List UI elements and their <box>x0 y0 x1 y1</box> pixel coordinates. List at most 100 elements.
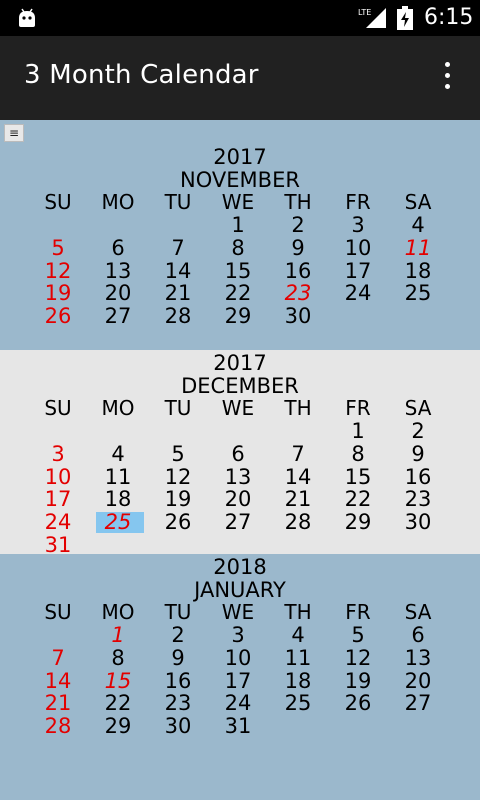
day-cell[interactable]: 26 <box>28 305 88 328</box>
day-cell[interactable]: 14 <box>148 259 208 283</box>
day-cell[interactable]: 12 <box>148 465 208 489</box>
day-cell[interactable]: 3 <box>28 442 88 466</box>
menu-button[interactable]: ≡ <box>4 124 24 142</box>
day-cell[interactable]: 17 <box>28 488 88 511</box>
holiday-day-cell[interactable]: 1 <box>88 624 148 647</box>
day-cell[interactable]: 29 <box>88 715 148 738</box>
day-cell[interactable]: 15 <box>208 259 268 283</box>
month-year: 2017 <box>213 145 267 169</box>
day-cell[interactable]: 21 <box>28 692 88 715</box>
day-cell[interactable]: 18 <box>268 669 328 693</box>
day-cell[interactable]: 24 <box>328 282 388 305</box>
day-cell[interactable]: 24 <box>208 692 268 715</box>
day-cell[interactable]: 10 <box>208 646 268 670</box>
day-cell[interactable]: 31 <box>208 715 268 738</box>
day-cell[interactable]: 9 <box>148 646 208 670</box>
day-cell[interactable]: 10 <box>28 465 88 489</box>
day-cell[interactable]: 25 <box>268 692 328 715</box>
day-cell[interactable]: 16 <box>388 465 448 489</box>
day-cell[interactable]: 24 <box>28 511 88 534</box>
day-cell[interactable]: 8 <box>208 236 268 260</box>
day-cell[interactable]: 5 <box>328 624 388 647</box>
day-cell[interactable]: 28 <box>28 715 88 738</box>
app-title: 3 Month Calendar <box>24 60 259 90</box>
day-cell[interactable]: 1 <box>328 420 388 443</box>
day-cell[interactable]: 18 <box>388 259 448 283</box>
day-cell[interactable]: 30 <box>388 511 448 534</box>
day-cell[interactable]: 4 <box>388 214 448 237</box>
day-cell[interactable]: 7 <box>28 646 88 670</box>
app-bar: 3 Month Calendar <box>0 36 480 120</box>
day-cell[interactable]: 31 <box>28 534 88 557</box>
day-cell[interactable]: 25 <box>388 282 448 305</box>
day-cell[interactable]: 20 <box>388 669 448 693</box>
holiday-day-cell[interactable]: 23 <box>268 282 328 305</box>
day-cell[interactable]: 23 <box>388 488 448 511</box>
day-cell[interactable]: 20 <box>208 488 268 511</box>
day-cell[interactable]: 27 <box>88 305 148 328</box>
day-cell[interactable]: 23 <box>148 692 208 715</box>
weekday-header: MO <box>101 600 135 624</box>
day-cell[interactable]: 21 <box>148 282 208 305</box>
day-cell[interactable]: 8 <box>88 646 148 670</box>
day-cell[interactable]: 14 <box>28 669 88 693</box>
holiday-day-cell[interactable]: 25 <box>88 511 148 534</box>
day-cell[interactable]: 19 <box>328 669 388 693</box>
day-cell[interactable]: 4 <box>88 442 148 466</box>
day-cell[interactable]: 13 <box>388 646 448 670</box>
day-cell[interactable]: 6 <box>388 624 448 647</box>
day-cell[interactable]: 26 <box>328 692 388 715</box>
day-cell[interactable]: 13 <box>208 465 268 489</box>
day-cell[interactable]: 7 <box>148 236 208 260</box>
android-notification-icon <box>19 8 35 27</box>
day-cell[interactable]: 6 <box>208 442 268 466</box>
day-cell[interactable]: 9 <box>388 442 448 466</box>
day-cell[interactable]: 13 <box>88 259 148 283</box>
day-cell[interactable]: 22 <box>88 692 148 715</box>
day-cell[interactable]: 15 <box>328 465 388 489</box>
day-cell[interactable]: 21 <box>268 488 328 511</box>
day-cell[interactable]: 28 <box>148 305 208 328</box>
day-cell[interactable]: 10 <box>328 236 388 260</box>
day-cell[interactable]: 17 <box>208 669 268 693</box>
day-cell[interactable]: 5 <box>28 236 88 260</box>
day-cell[interactable]: 11 <box>88 465 148 489</box>
day-cell[interactable]: 16 <box>148 669 208 693</box>
day-cell[interactable]: 2 <box>388 420 448 443</box>
day-cell[interactable]: 11 <box>268 646 328 670</box>
day-cell[interactable]: 22 <box>208 282 268 305</box>
day-cell[interactable]: 19 <box>28 282 88 305</box>
day-cell[interactable]: 27 <box>388 692 448 715</box>
day-cell[interactable]: 7 <box>268 442 328 466</box>
holiday-day-cell[interactable]: 11 <box>388 236 448 260</box>
day-cell[interactable]: 2 <box>148 624 208 647</box>
day-cell[interactable]: 3 <box>208 624 268 647</box>
day-cell[interactable]: 6 <box>88 236 148 260</box>
day-cell[interactable]: 5 <box>148 442 208 466</box>
day-cell[interactable]: 28 <box>268 511 328 534</box>
day-cell[interactable]: 22 <box>328 488 388 511</box>
day-cell[interactable]: 3 <box>328 214 388 237</box>
day-cell[interactable]: 29 <box>208 305 268 328</box>
day-cell[interactable]: 20 <box>88 282 148 305</box>
day-cell[interactable]: 17 <box>328 259 388 283</box>
day-cell[interactable]: 14 <box>268 465 328 489</box>
network-type-label: LTE <box>358 8 371 17</box>
day-cell[interactable]: 12 <box>328 646 388 670</box>
day-cell[interactable]: 30 <box>268 305 328 328</box>
day-cell[interactable]: 27 <box>208 511 268 534</box>
day-cell[interactable]: 12 <box>28 259 88 283</box>
day-cell[interactable]: 1 <box>208 214 268 237</box>
day-cell[interactable]: 26 <box>148 511 208 534</box>
day-cell[interactable]: 9 <box>268 236 328 260</box>
day-cell[interactable]: 8 <box>328 442 388 466</box>
day-cell[interactable]: 16 <box>268 259 328 283</box>
holiday-day-cell[interactable]: 15 <box>88 669 148 693</box>
overflow-menu-icon[interactable] <box>432 62 462 94</box>
day-cell[interactable]: 29 <box>328 511 388 534</box>
day-cell[interactable]: 19 <box>148 488 208 511</box>
day-cell[interactable]: 2 <box>268 214 328 237</box>
day-cell[interactable]: 30 <box>148 715 208 738</box>
day-cell[interactable]: 18 <box>88 488 148 511</box>
day-cell[interactable]: 4 <box>268 624 328 647</box>
